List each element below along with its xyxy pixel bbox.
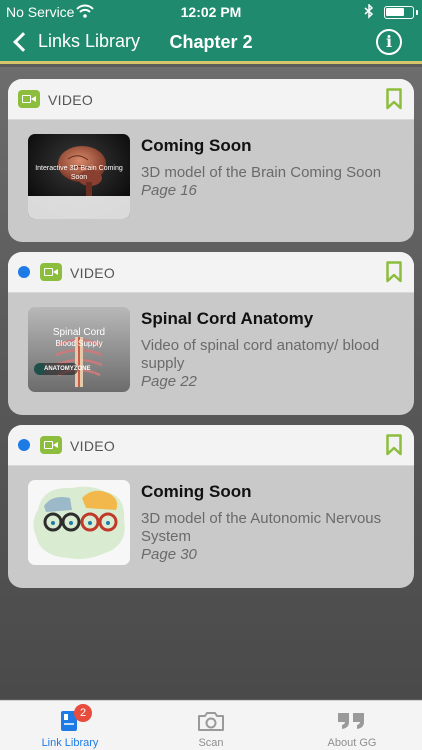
page-reference: Page 16 bbox=[141, 182, 197, 199]
link-card[interactable]: VIDEO bbox=[8, 79, 414, 242]
clock: 12:02 PM bbox=[180, 4, 242, 20]
card-header: VIDEO bbox=[8, 252, 414, 293]
info-icon[interactable]: i bbox=[376, 29, 402, 55]
item-description: Video of spinal cord anatomy/ blood supp… bbox=[141, 337, 401, 391]
item-title: Coming Soon bbox=[141, 136, 252, 155]
tab-link-library[interactable]: 2 Link Library bbox=[0, 701, 140, 750]
media-type-label: VIDEO bbox=[70, 438, 116, 454]
tab-bar: 2 Link Library Scan About GG bbox=[0, 700, 422, 750]
description-text: 3D model of the Autonomic Nervous System bbox=[141, 510, 382, 545]
notification-badge: 2 bbox=[74, 704, 92, 722]
quote-icon bbox=[338, 713, 364, 729]
tab-about[interactable]: About GG bbox=[282, 701, 422, 750]
bookmark-icon[interactable] bbox=[386, 88, 402, 110]
thumbnail-brain: Interactive 3D Brain Coming Soon bbox=[28, 134, 130, 219]
item-title: Coming Soon bbox=[141, 482, 252, 501]
link-card[interactable]: VIDEO bbox=[8, 425, 414, 588]
unread-indicator bbox=[18, 439, 30, 451]
link-card[interactable]: VIDEO bbox=[8, 252, 414, 415]
tab-label: Link Library bbox=[41, 737, 99, 749]
tab-scan[interactable]: Scan bbox=[141, 701, 281, 750]
card-body: Spinal Cord Blood Supply ANATOMYZONE Spi… bbox=[8, 293, 414, 415]
thumbnail-subtitle: Blood Supply bbox=[55, 339, 103, 348]
media-type-label: VIDEO bbox=[70, 265, 116, 281]
navigation-bar: Links Library Chapter 2 i bbox=[0, 24, 422, 64]
links-list[interactable]: VIDEO Interactive 3D Brain Coming Soon C… bbox=[0, 67, 422, 699]
thumbnail-title: Spinal Cord bbox=[52, 327, 106, 338]
video-camera-icon bbox=[40, 263, 62, 281]
item-description: 3D model of the Autonomic Nervous System… bbox=[141, 510, 401, 564]
card-body: Interactive 3D Brain Coming Soon Coming … bbox=[8, 120, 414, 242]
thumbnail-spinal-cord: Spinal Cord Blood Supply ANATOMYZONE bbox=[28, 307, 130, 392]
description-text: Video of spinal cord anatomy/ blood supp… bbox=[141, 337, 380, 372]
video-camera-icon bbox=[40, 436, 62, 454]
media-type-label: VIDEO bbox=[48, 92, 94, 108]
video-camera-icon bbox=[18, 90, 40, 108]
battery-icon bbox=[384, 6, 418, 19]
page-title: Chapter 2 bbox=[169, 32, 253, 52]
card-body: Coming Soon 3D model of the Autonomic Ne… bbox=[8, 466, 414, 588]
card-header: VIDEO bbox=[8, 79, 414, 120]
thumbnail-cartoon bbox=[28, 480, 130, 565]
thumbnail-caption: Interactive 3D Brain Coming Soon bbox=[35, 165, 123, 181]
bookmark-icon[interactable] bbox=[386, 434, 402, 456]
status-bar: No Service 12:02 PM bbox=[0, 0, 422, 24]
tab-label: About GG bbox=[327, 737, 377, 749]
unread-indicator bbox=[18, 266, 30, 278]
description-text: 3D model of the Brain Coming Soon bbox=[141, 164, 382, 181]
anatomyzone-logo: ANATOMYZONE bbox=[44, 366, 91, 372]
page-reference: Page 30 bbox=[141, 546, 197, 563]
bluetooth-icon bbox=[364, 3, 374, 22]
camera-icon bbox=[198, 712, 224, 731]
tab-label: Scan bbox=[198, 737, 224, 749]
item-description: 3D model of the Brain Coming Soon Page 1… bbox=[141, 164, 401, 200]
bookmark-icon[interactable] bbox=[386, 261, 402, 283]
item-title: Spinal Cord Anatomy bbox=[141, 309, 314, 328]
card-header: VIDEO bbox=[8, 425, 414, 466]
page-reference: Page 22 bbox=[141, 373, 197, 390]
